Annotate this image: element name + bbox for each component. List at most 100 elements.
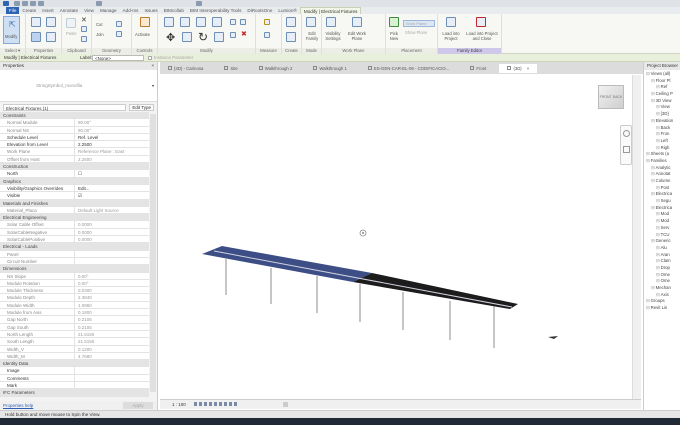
browser-item[interactable]: ⊟Families (644, 158, 680, 165)
browser-item[interactable]: ⊟Electrica (644, 205, 680, 212)
mirror-draw-icon[interactable] (212, 17, 222, 27)
horizontal-scroll-thumb[interactable] (283, 402, 288, 407)
trim-icon[interactable] (214, 32, 224, 42)
browser-item[interactable]: ⊟View (644, 104, 680, 111)
properties-help-link[interactable]: Properties help (0, 403, 33, 408)
label-dropdown[interactable]: <None> (92, 55, 144, 61)
browser-item[interactable]: ⊟Groups (644, 298, 680, 305)
viewport-scrollbar[interactable] (632, 75, 641, 399)
edit-family-icon[interactable] (306, 17, 316, 27)
ribbon-tab-issues[interactable]: Issues (141, 7, 160, 14)
browser-item[interactable]: ⊟Views (all) (644, 71, 680, 78)
expand-icon[interactable]: ⊟ (646, 158, 650, 163)
shadows-icon[interactable] (209, 402, 212, 406)
view-tab[interactable]: Site (216, 66, 250, 71)
browser-item[interactable]: ⊟Aran (644, 252, 680, 259)
expand-icon[interactable]: ⊟ (656, 265, 660, 270)
browser-item[interactable]: ⊟Axis (644, 292, 680, 299)
browser-item[interactable]: ⊟Electrica (644, 191, 680, 198)
property-value[interactable] (75, 382, 149, 388)
browser-item[interactable]: ⊟Column (644, 178, 680, 185)
expand-icon[interactable]: ⊟ (646, 151, 650, 156)
reveal-hidden-icon[interactable] (224, 402, 227, 406)
expand-icon[interactable]: ⊟ (651, 78, 655, 83)
steering-wheel-icon[interactable] (623, 130, 630, 137)
expand-icon[interactable]: ⊟ (651, 98, 655, 103)
save-icon[interactable] (22, 1, 28, 6)
rotate-icon[interactable]: ↻ (198, 30, 208, 44)
property-group[interactable]: Identity Data (0, 360, 149, 368)
expand-icon[interactable]: ⊟ (656, 84, 660, 89)
detail-level-icon[interactable] (194, 402, 197, 406)
array-icon[interactable] (240, 19, 246, 25)
expand-icon[interactable]: ⊟ (656, 225, 660, 230)
measure-icon[interactable] (264, 19, 270, 25)
expand-icon[interactable]: ⊟ (656, 278, 660, 283)
property-value[interactable]: 21.5150 (75, 331, 149, 337)
open-icon[interactable] (14, 1, 20, 6)
property-value[interactable] (75, 258, 149, 264)
switch-windows-icon[interactable] (196, 1, 202, 6)
browser-item[interactable]: ⊟Revit Lin (644, 305, 680, 312)
zoom-region-icon[interactable] (623, 146, 630, 153)
browser-item[interactable]: ⊟Left (644, 138, 680, 145)
sun-path-icon[interactable] (204, 402, 207, 406)
browser-item[interactable]: ⊟Mod (644, 218, 680, 225)
expand-icon[interactable]: ⊟ (656, 232, 660, 237)
join-geometry-button[interactable]: Join (96, 32, 104, 37)
type-properties-icon[interactable] (31, 17, 41, 27)
show-plane-button[interactable]: Show Plane (405, 30, 427, 35)
pick-new-icon[interactable] (389, 17, 399, 27)
expand-icon[interactable]: ⊟ (651, 205, 655, 210)
edit-type-button[interactable]: Edit Type (129, 103, 154, 111)
expand-icon[interactable]: ⊟ (656, 218, 660, 223)
expand-icon[interactable]: ⊟ (656, 111, 660, 116)
view-cube[interactable]: FRONT BACK (598, 85, 624, 109)
ribbon-tab-insert[interactable]: Insert (39, 7, 57, 14)
expand-icon[interactable]: ⊟ (651, 165, 655, 170)
modify-button[interactable]: Modify ⇱ (3, 16, 20, 44)
browser-item[interactable]: ⊟Fron (644, 131, 680, 138)
property-value[interactable]: 0.0000 (75, 221, 149, 227)
property-value[interactable] (75, 251, 149, 257)
match-properties-icon[interactable] (81, 36, 87, 42)
expand-icon[interactable]: ⊟ (651, 285, 655, 290)
property-group[interactable]: Graphics (0, 177, 149, 185)
view-tab[interactable]: Walkthrough 1 (305, 66, 360, 71)
property-value[interactable]: 2.2500 (75, 156, 149, 162)
ribbon-tab-view[interactable]: View (81, 7, 97, 14)
cut-icon[interactable]: ✕ (81, 16, 87, 24)
browser-item[interactable]: ⊟Annotat (644, 171, 680, 178)
browser-item[interactable]: ⊟Sheets (a (644, 151, 680, 158)
split-face-icon[interactable] (116, 31, 122, 37)
crop-view-icon[interactable] (214, 402, 217, 406)
ribbon-tab-create[interactable]: Create (19, 7, 39, 14)
analytical-model-icon[interactable] (234, 402, 237, 406)
property-value[interactable]: 90.00° (75, 119, 149, 125)
scale-selector[interactable]: 1 : 100 (172, 400, 186, 409)
ribbon-tab-bim-interoperability-tools[interactable]: BIM Interoperability Tools (187, 7, 245, 14)
view-tab[interactable]: {3D} × (499, 63, 538, 73)
property-value[interactable] (75, 375, 149, 381)
view-tab[interactable]: Front (462, 66, 499, 71)
property-value[interactable]: 0.0000 (75, 236, 149, 242)
property-value[interactable]: ☑ (75, 192, 149, 198)
browser-item[interactable]: ⊟Generic (644, 238, 680, 245)
browser-item[interactable]: ⊟{3D} (644, 111, 680, 118)
property-value[interactable]: Edit... (75, 185, 149, 191)
delete-icon[interactable]: ✖ (241, 30, 247, 38)
undo-icon[interactable] (30, 1, 36, 6)
ribbon-tab-annotate[interactable]: Annotate (57, 7, 81, 14)
redo-icon[interactable] (38, 1, 44, 6)
pin-icon[interactable] (230, 32, 236, 38)
align-icon[interactable] (164, 17, 174, 27)
ribbon-tab-file[interactable]: File (6, 7, 20, 14)
property-value[interactable] (75, 367, 149, 373)
dimension-icon[interactable] (264, 32, 270, 38)
revit-logo-icon[interactable] (3, 1, 9, 6)
property-group[interactable]: Dimensions (0, 265, 149, 273)
browser-item[interactable]: ⊟Back (644, 125, 680, 132)
property-value[interactable]: 0.00° (75, 273, 149, 279)
expand-icon[interactable]: ⊟ (656, 258, 660, 263)
paste-icon[interactable] (66, 18, 76, 28)
